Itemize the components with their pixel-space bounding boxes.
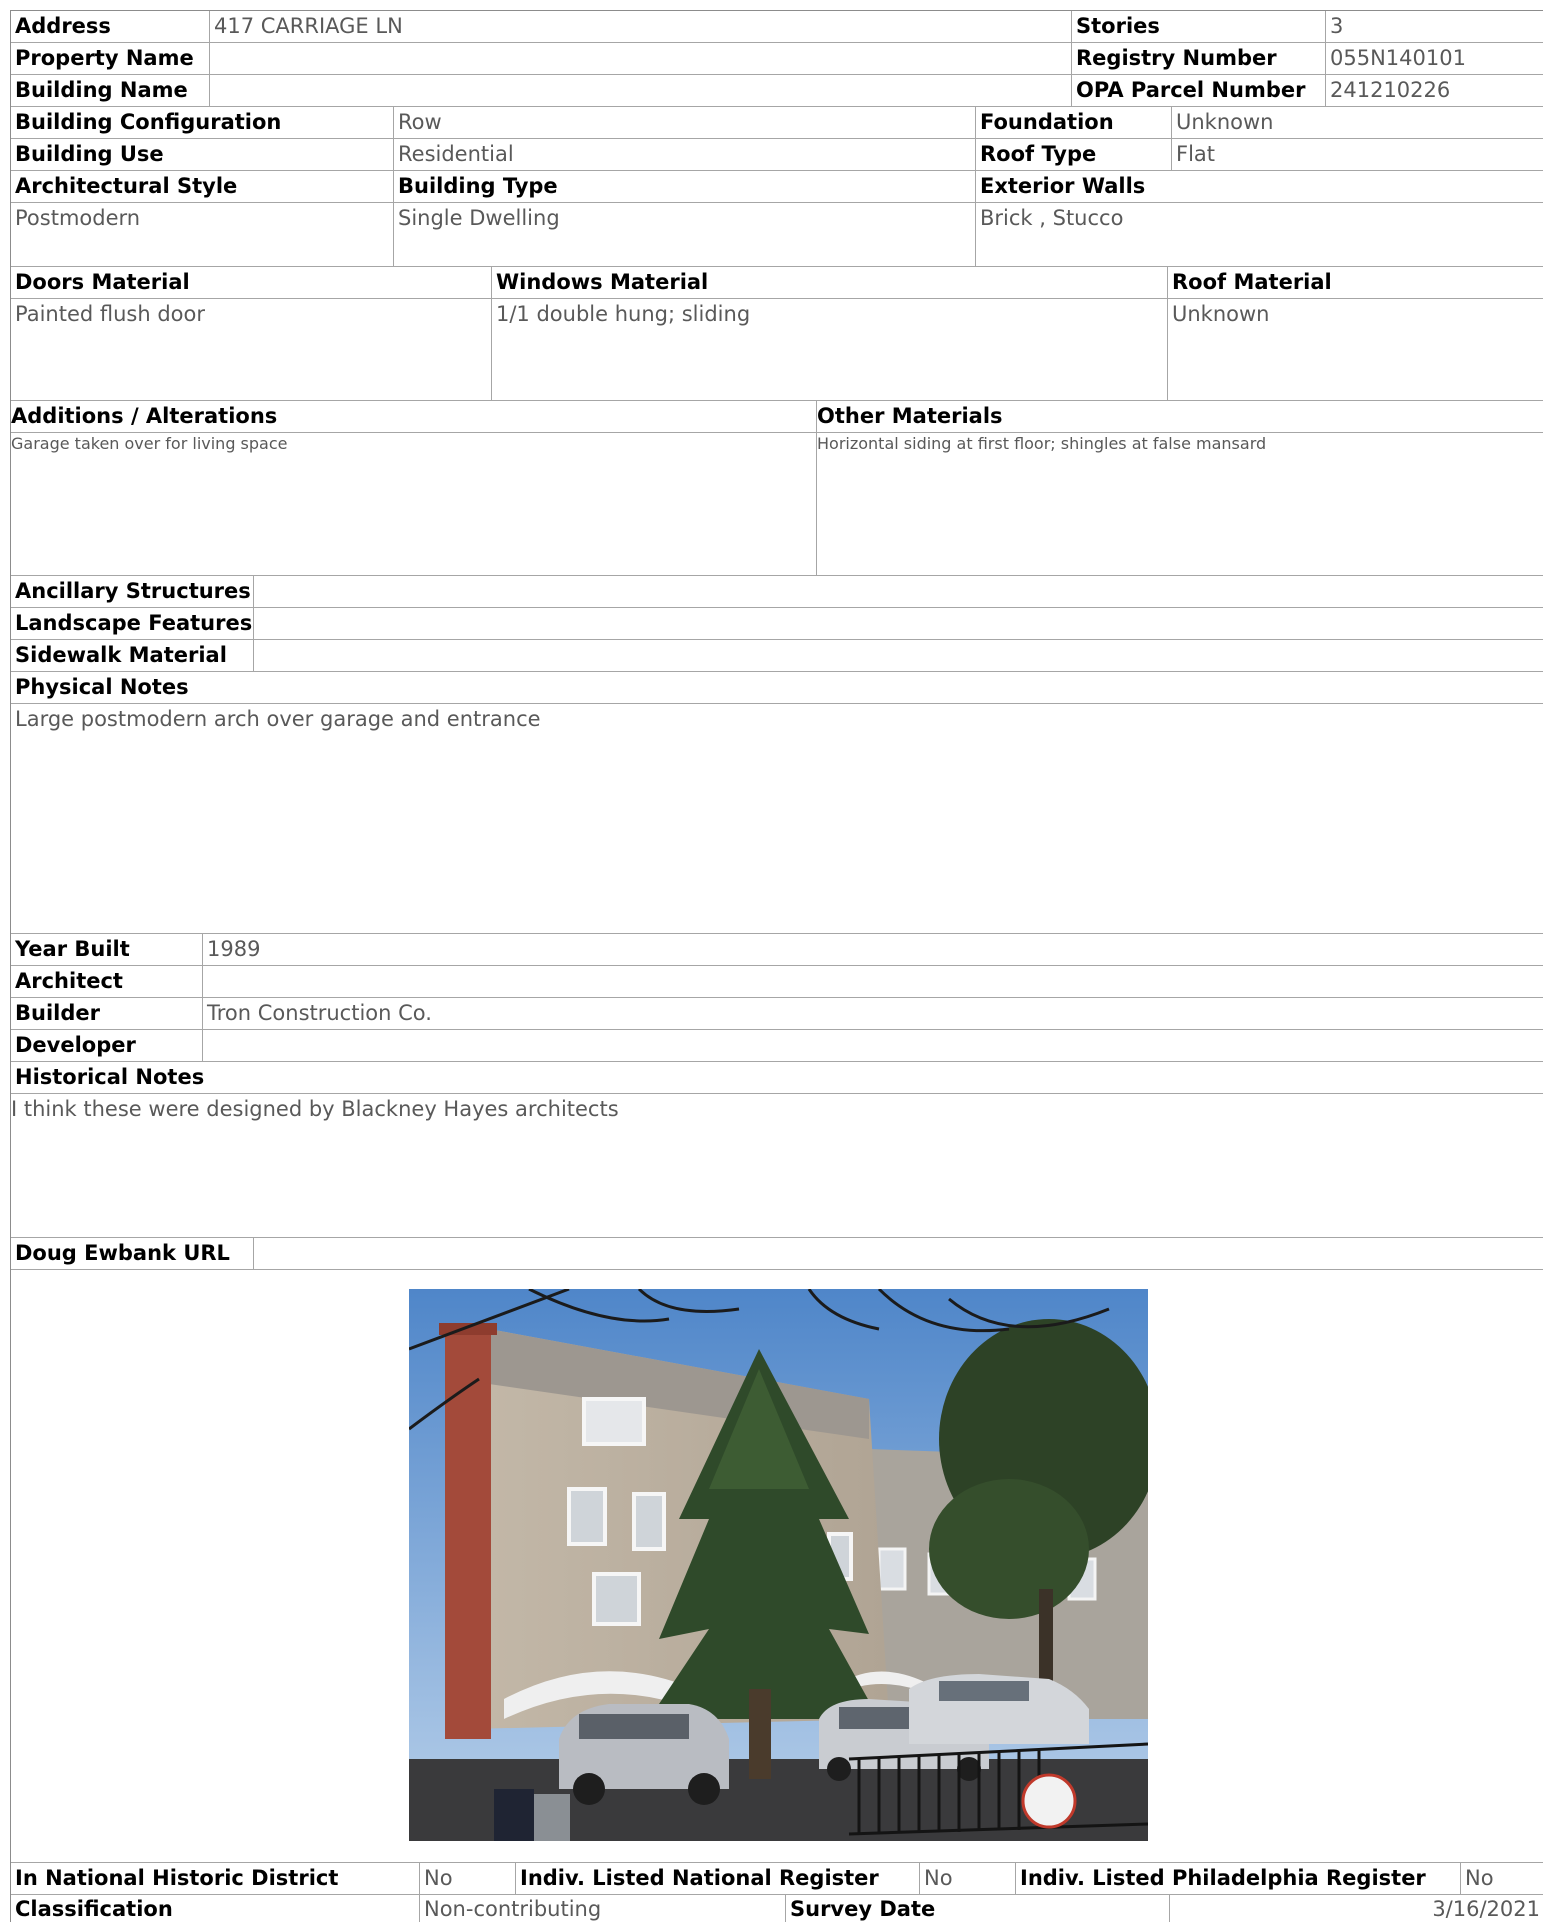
- sidewalk-material-label: Sidewalk Material: [15, 643, 227, 667]
- landscape-features-label: Landscape Features: [15, 611, 253, 635]
- architectural-style-label: Architectural Style: [15, 174, 238, 198]
- survey-date-label: Survey Date: [785, 1894, 1169, 1922]
- additions-alterations-label: Additions / Alterations: [11, 404, 278, 428]
- classification-label: Classification: [15, 1897, 173, 1921]
- address-value: 417 CARRIAGE LN: [209, 11, 1071, 42]
- roof-material-value: Unknown: [1167, 299, 1543, 400]
- doors-material-value: Painted flush door: [15, 302, 206, 326]
- philadelphia-register-label: Indiv. Listed Philadelphia Register: [1015, 1863, 1460, 1894]
- doug-ewbank-url-label: Doug Ewbank URL: [15, 1241, 230, 1265]
- builder-value: Tron Construction Co.: [202, 998, 1543, 1029]
- foundation-value: Unknown: [1171, 107, 1543, 138]
- builder-row: Builder Tron Construction Co.: [11, 998, 1543, 1030]
- architect-value: [202, 966, 1543, 997]
- alterations-value-row: Garage taken over for living space Horiz…: [11, 433, 1543, 576]
- property-name-value: [209, 43, 1071, 74]
- alterations-header-row: Additions / Alterations Other Materials: [11, 401, 1543, 433]
- opa-parcel-value: 241210226: [1325, 75, 1543, 106]
- registry-number-label: Registry Number: [1071, 43, 1325, 74]
- property-name-label: Property Name: [15, 46, 194, 70]
- year-built-value: 1989: [202, 934, 1543, 965]
- historical-notes-value-row: I think these were designed by Blackney …: [11, 1094, 1543, 1238]
- materials-value-row: Painted flush door 1/1 double hung; slid…: [11, 299, 1543, 401]
- national-register-label: Indiv. Listed National Register: [515, 1863, 919, 1894]
- physical-notes-label: Physical Notes: [15, 675, 189, 699]
- physical-notes-value-row: Large postmodern arch over garage and en…: [11, 704, 1543, 934]
- developer-label: Developer: [15, 1033, 136, 1057]
- ancillary-row: Ancillary Structures: [11, 576, 1543, 608]
- configuration-value: Row: [393, 107, 975, 138]
- registry-number-value: 055N140101: [1325, 43, 1543, 74]
- stories-label: Stories: [1071, 11, 1325, 42]
- additions-alterations-value: Garage taken over for living space: [11, 434, 288, 453]
- exterior-walls-label: Exterior Walls: [975, 171, 1543, 202]
- historical-notes-label: Historical Notes: [15, 1065, 205, 1089]
- ancillary-structures-value: [253, 576, 1543, 607]
- sidewalk-material-value: [253, 640, 1543, 671]
- doug-ewbank-row: Doug Ewbank URL: [11, 1238, 1543, 1270]
- roof-material-label: Roof Material: [1167, 267, 1543, 298]
- building-photo: [409, 1289, 1148, 1841]
- building-name-label: Building Name: [15, 78, 188, 102]
- survey-date-value: 3/16/2021: [1169, 1894, 1543, 1922]
- ancillary-structures-label: Ancillary Structures: [15, 579, 251, 603]
- address-row: Address 417 CARRIAGE LN Stories 3: [11, 11, 1543, 43]
- national-district-label: In National Historic District: [15, 1866, 339, 1890]
- historical-notes-value: I think these were designed by Blackney …: [11, 1097, 619, 1121]
- classification-value: Non-contributing: [419, 1894, 785, 1922]
- building-name-value: [209, 75, 1071, 106]
- style-header-row: Architectural Style Building Type Exteri…: [11, 171, 1543, 203]
- year-built-label: Year Built: [15, 937, 130, 961]
- building-name-row: Building Name OPA Parcel Number 24121022…: [11, 75, 1543, 107]
- address-label: Address: [15, 14, 111, 38]
- register-row: In National Historic District No Indiv. …: [11, 1862, 1543, 1895]
- foundation-label: Foundation: [975, 107, 1171, 138]
- windows-material-value: 1/1 double hung; sliding: [491, 299, 1167, 400]
- architect-label: Architect: [15, 969, 123, 993]
- roof-type-value: Flat: [1171, 139, 1543, 170]
- property-name-row: Property Name Registry Number 055N140101: [11, 43, 1543, 75]
- other-materials-label: Other Materials: [816, 401, 1543, 432]
- year-built-row: Year Built 1989: [11, 934, 1543, 966]
- building-use-label: Building Use: [15, 142, 164, 166]
- configuration-label: Building Configuration: [15, 110, 282, 134]
- builder-label: Builder: [15, 1001, 100, 1025]
- historical-notes-header-row: Historical Notes: [11, 1062, 1543, 1094]
- developer-value: [202, 1030, 1543, 1061]
- building-use-row: Building Use Residential Roof Type Flat: [11, 139, 1543, 171]
- building-use-value: Residential: [393, 139, 975, 170]
- physical-notes-value: Large postmodern arch over garage and en…: [15, 707, 541, 731]
- physical-notes-header-row: Physical Notes: [11, 672, 1543, 704]
- landscape-row: Landscape Features: [11, 608, 1543, 640]
- landscape-features-value: [253, 608, 1543, 639]
- sidewalk-row: Sidewalk Material: [11, 640, 1543, 672]
- national-district-value: No: [419, 1863, 515, 1894]
- architect-row: Architect: [11, 966, 1543, 998]
- philadelphia-register-value: No: [1460, 1863, 1543, 1894]
- building-type-label: Building Type: [393, 171, 975, 202]
- windows-material-label: Windows Material: [491, 267, 1167, 298]
- property-survey-form: Address 417 CARRIAGE LN Stories 3 Proper…: [10, 10, 1543, 1922]
- configuration-row: Building Configuration Row Foundation Un…: [11, 107, 1543, 139]
- exterior-walls-value: Brick , Stucco: [975, 203, 1543, 266]
- style-value-row: Postmodern Single Dwelling Brick , Stucc…: [11, 203, 1543, 267]
- developer-row: Developer: [11, 1030, 1543, 1062]
- roof-type-label: Roof Type: [975, 139, 1171, 170]
- doug-ewbank-url-value: [253, 1238, 1543, 1269]
- opa-parcel-label: OPA Parcel Number: [1071, 75, 1325, 106]
- materials-header-row: Doors Material Windows Material Roof Mat…: [11, 267, 1543, 299]
- building-type-value: Single Dwelling: [393, 203, 975, 266]
- stories-value: 3: [1325, 11, 1543, 42]
- national-register-value: No: [919, 1863, 1015, 1894]
- classification-row: Classification Non-contributing Survey D…: [11, 1894, 1543, 1922]
- architectural-style-value: Postmodern: [15, 206, 141, 230]
- doors-material-label: Doors Material: [15, 270, 190, 294]
- other-materials-value: Horizontal siding at first floor; shingl…: [816, 433, 1543, 575]
